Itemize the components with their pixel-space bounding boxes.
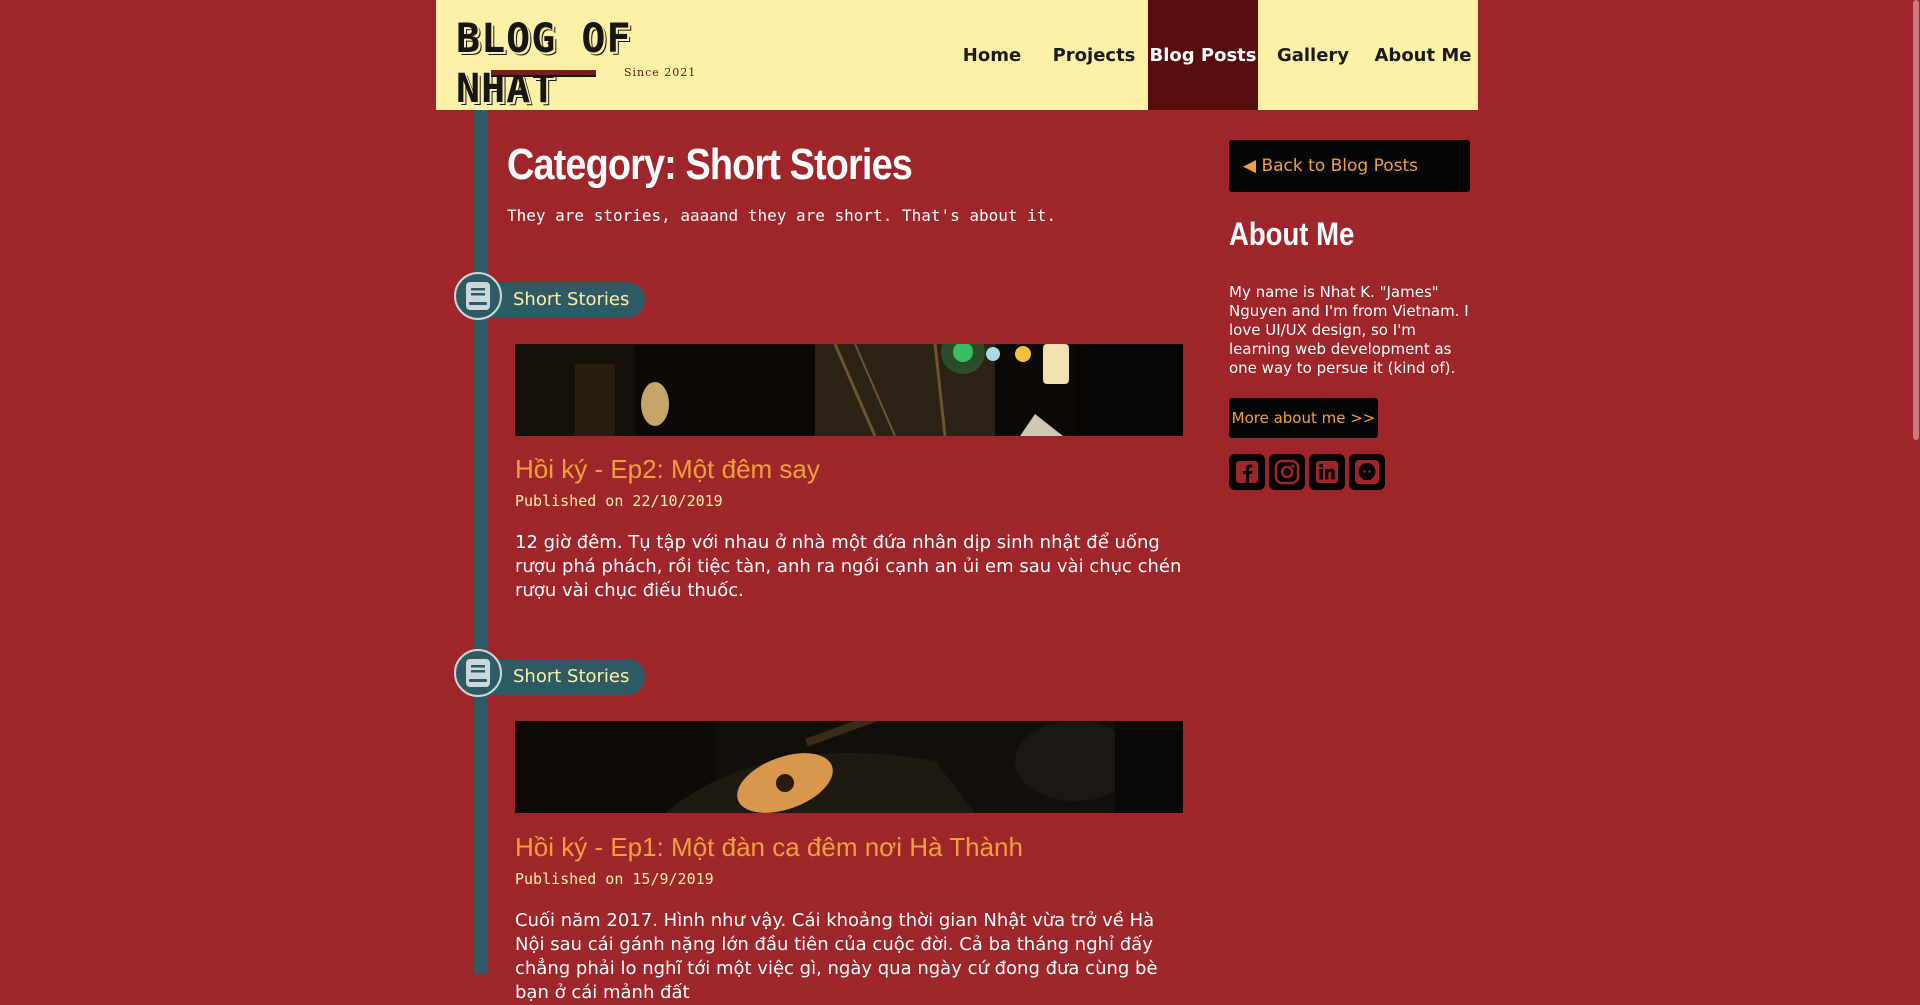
facebook-icon[interactable] (1229, 454, 1265, 490)
scrollbar-thumb[interactable] (1913, 0, 1919, 440)
sidebar-about-text: My name is Nhat K. "James" Nguyen and I'… (1229, 283, 1469, 377)
logo-underline (491, 70, 596, 75)
post-excerpt: 12 giờ đêm. Tụ tập với nhau ở nhà một đứ… (515, 532, 1182, 601)
instagram-icon[interactable] (1269, 454, 1305, 490)
post-tag-label: Short Stories (513, 289, 630, 310)
category-description: They are stories, aaaand they are short.… (507, 206, 1057, 225)
post-date: Published on 15/9/2019 (515, 870, 714, 888)
nav-home[interactable]: Home (944, 0, 1040, 110)
more-about-me-button[interactable]: More about me >> (1229, 398, 1378, 438)
nav-blog-posts[interactable]: Blog Posts (1148, 0, 1258, 110)
post-title[interactable]: Hồi ký - Ep1: Một đàn ca đêm nơi Hà Thàn… (515, 832, 1023, 863)
book-icon (454, 649, 502, 697)
back-to-blog-posts-button[interactable]: ◀ Back to Blog Posts (1229, 140, 1470, 192)
github-icon[interactable] (1349, 454, 1385, 490)
post-excerpt: Cuối năm 2017. Hình như vậy. Cái khoảng … (515, 910, 1158, 1003)
logo-title: BLOG OF NHAT (456, 16, 632, 112)
sidebar-about-title: About Me (1229, 216, 1355, 252)
post-tag[interactable]: Short Stories (454, 649, 645, 697)
social-links (1229, 454, 1385, 490)
post-thumbnail[interactable] (515, 344, 1183, 436)
page-scrollbar[interactable] (1912, 0, 1920, 974)
site-header: BLOG OF NHAT Since 2021 Home Projects Bl… (436, 0, 1478, 112)
nav-gallery[interactable]: Gallery (1258, 0, 1368, 110)
linkedin-icon[interactable] (1309, 454, 1345, 490)
post-tag[interactable]: Short Stories (454, 272, 645, 320)
page-title: Category: Short Stories (507, 140, 913, 189)
site-logo[interactable]: BLOG OF NHAT Since 2021 (456, 14, 716, 112)
logo-since: Since 2021 (624, 66, 697, 79)
nav-about-me[interactable]: About Me (1368, 0, 1478, 110)
post-thumbnail[interactable] (515, 721, 1183, 813)
main-nav: Home Projects Blog Posts Gallery About M… (944, 0, 1478, 110)
post-date: Published on 22/10/2019 (515, 492, 723, 510)
book-icon (454, 272, 502, 320)
timeline-bar (474, 110, 488, 974)
nav-projects[interactable]: Projects (1040, 0, 1148, 110)
post-title[interactable]: Hồi ký - Ep2: Một đêm say (515, 454, 820, 485)
post-tag-label: Short Stories (513, 666, 630, 687)
